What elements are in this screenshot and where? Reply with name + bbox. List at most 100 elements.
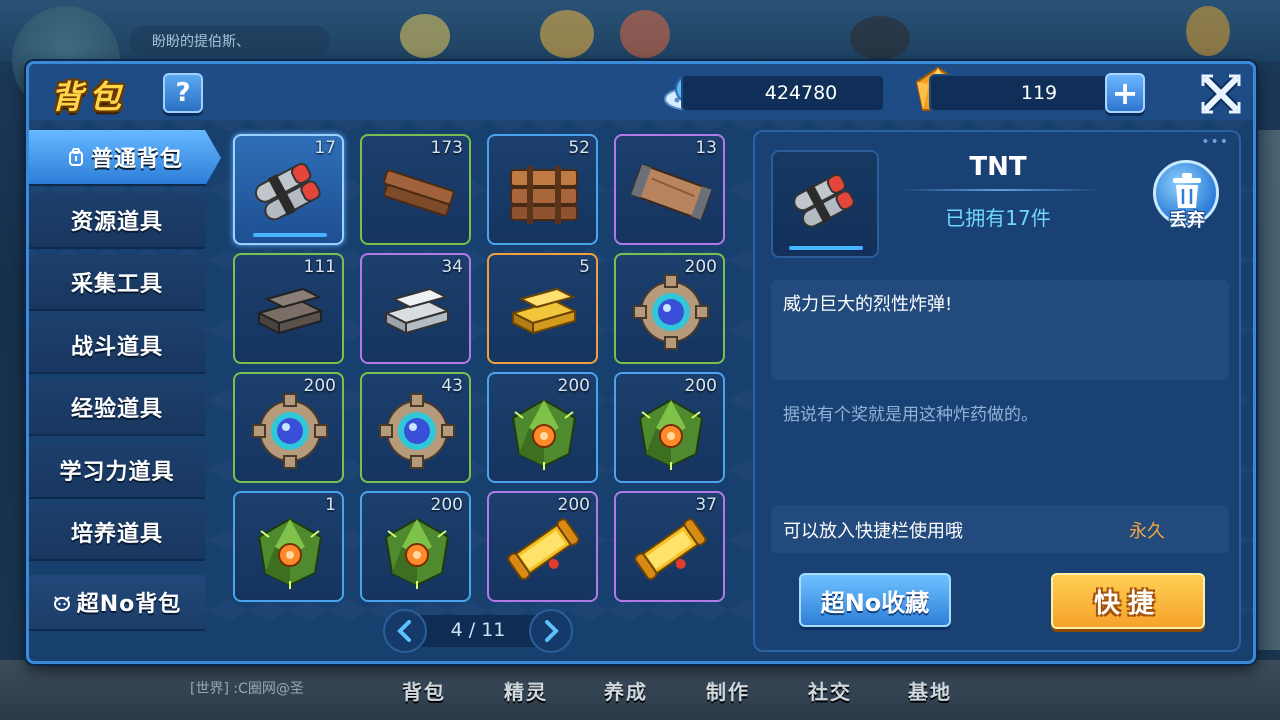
sidebar-item-learning-items[interactable]: 学习力道具	[29, 442, 205, 499]
gear-core-icon	[252, 393, 328, 469]
silver-ingot-icon	[383, 287, 451, 335]
inventory-slot[interactable]: 200	[233, 372, 344, 483]
inventory-slot[interactable]: 17	[233, 134, 344, 245]
inventory-slot[interactable]: 1	[233, 491, 344, 602]
sidebar-item-super-no-bag[interactable]: 超No背包	[29, 575, 205, 631]
inventory-slot[interactable]: 34	[360, 253, 471, 364]
background-nav-make: 制作	[706, 680, 750, 704]
help-button[interactable]: ?	[163, 73, 203, 113]
owned-count: 已拥有17件	[945, 206, 1051, 230]
discard-label: 丢弃	[1169, 210, 1205, 231]
inventory-slot[interactable]: 200	[360, 491, 471, 602]
detail-item-icon-box	[771, 150, 879, 258]
shortcut-hint: 可以放入快捷栏使用哦	[783, 521, 963, 542]
item-count: 34	[441, 257, 463, 277]
panel-title: 背包	[51, 78, 128, 116]
inventory-slot[interactable]: 200	[614, 253, 725, 364]
item-count: 200	[557, 495, 590, 515]
duration-label: 永久	[1129, 521, 1165, 542]
pagination: 4 / 11	[383, 609, 573, 653]
green-crystal-icon	[511, 398, 577, 470]
discard-button[interactable]: 丢弃	[1151, 160, 1223, 231]
background-icon	[850, 16, 910, 60]
sidebar-item-normal-bag[interactable]: 普通背包	[29, 130, 221, 186]
sidebar-item-training-items[interactable]: 培养道具	[29, 505, 205, 561]
item-count: 200	[430, 495, 463, 515]
background-nav-raise: 养成	[604, 680, 648, 704]
background-nav-base: 基地	[908, 680, 952, 704]
gear-core-icon	[379, 393, 455, 469]
gold-scroll-icon	[634, 518, 707, 581]
background-icon	[400, 14, 450, 58]
gold-ingot-icon	[510, 287, 578, 335]
item-info-row: 可以放入快捷栏使用哦 永久	[771, 505, 1229, 553]
item-count: 200	[684, 257, 717, 277]
item-count: 200	[303, 376, 336, 396]
inventory-slot[interactable]: 52	[487, 134, 598, 245]
item-count: 173	[430, 138, 463, 158]
item-count: 13	[695, 138, 717, 158]
item-count: 1	[325, 495, 336, 515]
green-crystal-icon	[257, 517, 323, 589]
sidebar-item-exp-items[interactable]: 经验道具	[29, 380, 205, 436]
gem-balance: 119	[929, 74, 1109, 112]
sidebar-item-gather-tools[interactable]: 采集工具	[29, 255, 205, 311]
inventory-slot[interactable]: 111	[233, 253, 344, 364]
backpack-panel: 背包 ? 424780 119 + 普通背包 资源道具 采集工具 战斗道具 经验…	[26, 61, 1256, 664]
inventory-slot[interactable]: 37	[614, 491, 725, 602]
inventory-slot[interactable]: 200	[487, 491, 598, 602]
tnt-icon	[793, 173, 855, 228]
item-flavor-text: 据说有个奖就是用这种炸药做的。	[783, 405, 1038, 425]
quick-slot-button[interactable]: 快捷	[1051, 573, 1205, 629]
wood-board-icon	[630, 164, 712, 220]
trash-icon	[1173, 173, 1201, 208]
inventory-slot[interactable]: 5	[487, 253, 598, 364]
backpack-icon	[68, 148, 83, 166]
item-name: TNT	[969, 152, 1027, 182]
category-sidebar: 普通背包 资源道具 采集工具 战斗道具 经验道具 学习力道具 培养道具 超No背…	[29, 130, 225, 631]
detail-selection-bar	[789, 246, 863, 250]
background-nav-bag: 背包	[402, 680, 446, 704]
sidebar-item-resources[interactable]: 资源道具	[29, 192, 205, 249]
sidebar-item-label: 普通背包	[90, 147, 183, 172]
inventory-slot[interactable]: 200	[614, 372, 725, 483]
item-count: 200	[684, 376, 717, 396]
background-icon	[1186, 6, 1230, 56]
close-icon[interactable]	[1199, 72, 1243, 116]
background-chat-top: 盼盼的提伯斯、	[130, 26, 330, 56]
background-chat-bottom: [世界] :C圈网@圣	[190, 681, 304, 697]
item-count: 43	[441, 376, 463, 396]
item-count: 111	[303, 257, 336, 277]
background-nav-social: 社交	[808, 680, 852, 704]
sidebar-item-label: 战斗道具	[70, 334, 163, 360]
inventory-slot[interactable]: 173	[360, 134, 471, 245]
selection-bar	[253, 233, 327, 237]
background-nav-spirit: 精灵	[504, 680, 548, 704]
item-count: 52	[568, 138, 590, 158]
next-page-button[interactable]	[529, 609, 573, 653]
sidebar-item-label: 采集工具	[70, 272, 163, 297]
gear-core-icon	[633, 274, 709, 350]
background-icon	[620, 10, 670, 58]
inventory-slot[interactable]: 13	[614, 134, 725, 245]
cat-icon	[53, 596, 70, 611]
sidebar-item-battle-items[interactable]: 战斗道具	[29, 317, 205, 374]
green-crystal-icon	[384, 517, 450, 589]
item-count: 5	[579, 257, 590, 277]
chevron-right-icon	[545, 620, 559, 642]
item-count: 17	[314, 138, 336, 158]
iron-ingot-icon	[256, 287, 324, 335]
item-count: 200	[557, 376, 590, 396]
item-detail-panel: ••• TNT 已拥有17件 丢弃 威力巨大的烈性炸弹! 据说有个奖就是用这种炸…	[753, 130, 1241, 652]
sidebar-item-label: 学习力道具	[59, 459, 175, 485]
name-divider	[897, 189, 1103, 191]
super-no-collect-button[interactable]: 超No收藏	[799, 573, 951, 627]
green-crystal-icon	[638, 398, 704, 470]
detail-menu-dots: •••	[1201, 134, 1229, 150]
inventory-slot[interactable]: 200	[487, 372, 598, 483]
inventory-slot[interactable]: 43	[360, 372, 471, 483]
sidebar-item-label: 培养道具	[70, 522, 163, 547]
add-gems-button[interactable]: +	[1105, 73, 1145, 113]
background-icon	[540, 10, 594, 58]
tnt-icon	[254, 162, 321, 221]
